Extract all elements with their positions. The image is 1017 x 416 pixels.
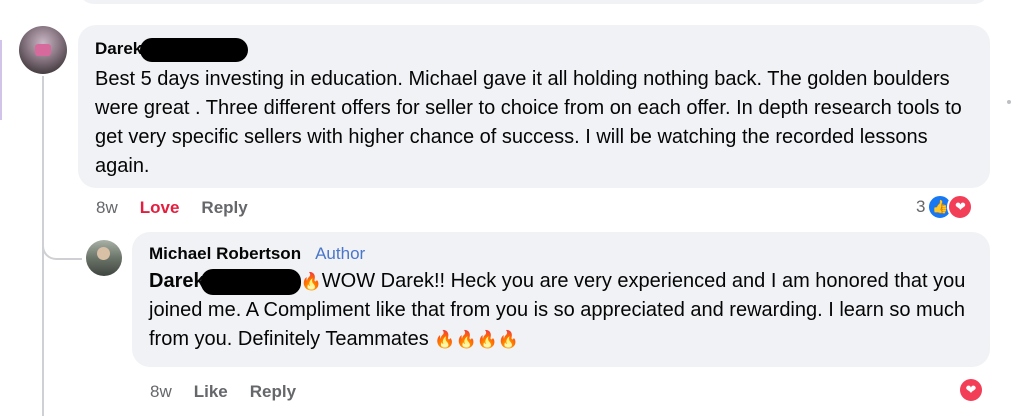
comment-text: Best 5 days investing in education. Mich… (95, 68, 962, 177)
avatar-darek[interactable] (19, 26, 67, 74)
reply-text-block: Darek 🔥WOW Darek!! Heck you are very expe… (149, 267, 973, 354)
heart-icon: ❤ (958, 377, 984, 403)
scroll-dot (1007, 100, 1011, 104)
reaction-summary[interactable]: 3 👍 ❤ (916, 194, 974, 220)
reply-time[interactable]: 8w (150, 382, 172, 402)
reply-button[interactable]: Reply (201, 198, 247, 218)
reply-connector (42, 226, 82, 260)
redacted-mention-surname (200, 268, 301, 295)
like-button[interactable]: Like (194, 382, 228, 402)
previous-comment-bubble (78, 0, 990, 4)
reaction-count: 3 (916, 197, 926, 216)
heart-icon: ❤ (947, 194, 974, 220)
love-button[interactable]: Love (140, 198, 180, 218)
comment-time[interactable]: 8w (96, 198, 118, 218)
redacted-surname (140, 38, 249, 62)
comment-bubble: Darek Best 5 days investing in education… (78, 25, 990, 188)
fire-icons: 🔥🔥🔥🔥 (434, 330, 519, 349)
left-edge-accent (0, 40, 2, 120)
avatar-michael[interactable] (86, 240, 122, 276)
reply-bubble: Michael Robertson Author Darek 🔥WOW Darek!… (132, 232, 990, 367)
fire-icon: 🔥 (300, 272, 322, 291)
comment-author[interactable]: Darek (95, 38, 142, 60)
reply-reply-button[interactable]: Reply (250, 382, 296, 402)
author-badge: Author (315, 244, 366, 263)
mention-darek[interactable]: Darek (149, 270, 205, 292)
reply-actions: 8w Like Reply (150, 382, 318, 402)
reply-reaction-summary[interactable]: ❤ (958, 377, 984, 403)
reply-author[interactable]: Michael Robertson (149, 243, 301, 265)
comment-actions: 8w Love Reply (96, 198, 270, 218)
